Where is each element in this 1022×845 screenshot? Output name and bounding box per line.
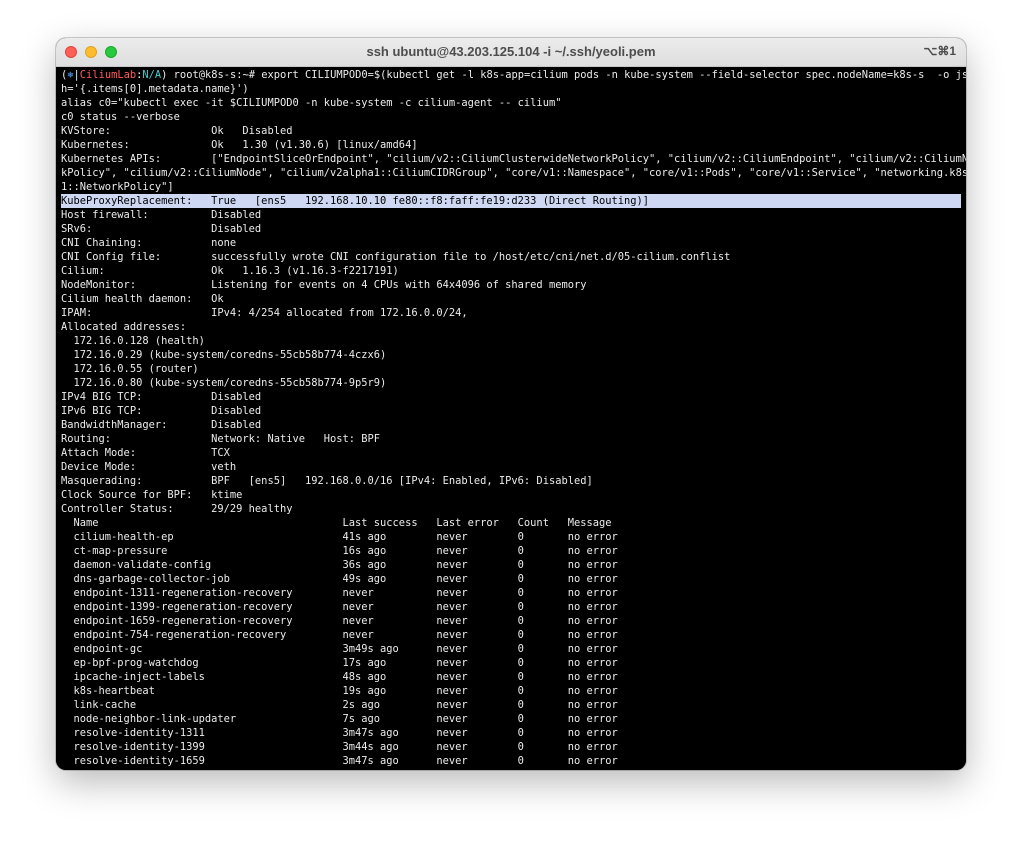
tab-shortcut: ⌥⌘1 (923, 44, 956, 58)
terminal-line: NodeMonitor: Listening for events on 4 C… (61, 279, 587, 291)
terminal-line: Cilium: Ok 1.16.3 (v1.16.3-f2217191) (61, 265, 399, 277)
terminal-line: Kubernetes: Ok 1.30 (v1.30.6) [linux/amd… (61, 139, 418, 151)
terminal-line: Allocated addresses: (61, 321, 187, 333)
terminal-window: ssh ubuntu@43.203.125.104 -i ~/.ssh/yeol… (56, 38, 966, 770)
terminal-line: resolve-identity-1311 3m47s ago never 0 … (61, 727, 618, 739)
terminal-line: resolve-identity-1399 3m44s ago never 0 … (61, 741, 618, 753)
terminal-line: Name Last success Last error Count Messa… (61, 517, 612, 529)
terminal-line: Masquerading: BPF [ens5] 192.168.0.0/16 … (61, 475, 593, 487)
terminal-line: CNI Config file: successfully wrote CNI … (61, 251, 731, 263)
terminal-line: IPAM: IPv4: 4/254 allocated from 172.16.… (61, 307, 468, 319)
terminal-line: Attach Mode: TCX (61, 447, 230, 459)
prompt-command: export CILIUMPOD0=$(kubectl get -l k8s-a… (261, 69, 966, 81)
terminal-line: IPv6 BIG TCP: Disabled (61, 405, 262, 417)
terminal-line: BandwidthManager: Disabled (61, 419, 262, 431)
terminal-line: cilium-health-ep 41s ago never 0 no erro… (61, 531, 618, 543)
terminal-line: 1::NetworkPolicy"] (61, 181, 174, 193)
window-title: ssh ubuntu@43.203.125.104 -i ~/.ssh/yeol… (366, 44, 656, 59)
terminal-line: Controller Status: 29/29 healthy (61, 503, 293, 515)
terminal-line: 172.16.0.29 (kube-system/coredns-55cb58b… (61, 349, 387, 361)
terminal-line: Host firewall: Disabled (61, 209, 262, 221)
terminal-line: ct-map-pressure 16s ago never 0 no error (61, 545, 618, 557)
terminal-output: (⎈|CiliumLab:N/A) root@k8s-s:~# export C… (61, 68, 966, 768)
terminal-line: h='{.items[0].metadata.name}') (61, 83, 249, 95)
terminal-line: ep-bpf-prog-watchdog 17s ago never 0 no … (61, 657, 618, 669)
terminal-line: endpoint-754-regeneration-recovery never… (61, 629, 618, 641)
terminal-content[interactable]: (⎈|CiliumLab:N/A) root@k8s-s:~# export C… (56, 67, 966, 770)
terminal-line: k8s-heartbeat 19s ago never 0 no error (61, 685, 618, 697)
terminal-line: IPv4 BIG TCP: Disabled (61, 391, 262, 403)
terminal-line: Cilium health daemon: Ok (61, 293, 224, 305)
terminal-line: 172.16.0.55 (router) (61, 363, 199, 375)
terminal-line: kPolicy", "cilium/v2::CiliumNode", "cili… (61, 167, 966, 179)
terminal-line: dns-garbage-collector-job 49s ago never … (61, 573, 618, 585)
terminal-line: 172.16.0.128 (health) (61, 335, 205, 347)
terminal-line: node-neighbor-link-updater 7s ago never … (61, 713, 618, 725)
prompt-namespace: N/A (142, 69, 162, 81)
terminal-line: ipcache-inject-labels 48s ago never 0 no… (61, 671, 618, 683)
terminal-line: Routing: Network: Native Host: BPF (61, 433, 381, 445)
terminal-line: daemon-validate-config 36s ago never 0 n… (61, 559, 618, 571)
terminal-line: Kubernetes APIs: ["EndpointSliceOrEndpoi… (61, 153, 966, 165)
prompt-user-host: root@k8s-s:~# (167, 69, 262, 81)
terminal-line: KVStore: Ok Disabled (61, 125, 293, 137)
terminal-line: endpoint-1659-regeneration-recovery neve… (61, 615, 618, 627)
title-bar: ssh ubuntu@43.203.125.104 -i ~/.ssh/yeol… (56, 38, 966, 67)
terminal-line: endpoint-gc 3m49s ago never 0 no error (61, 643, 618, 655)
terminal-line-highlighted: KubeProxyReplacement: True [ens5 192.168… (61, 194, 961, 208)
terminal-line: Clock Source for BPF: ktime (61, 489, 243, 501)
terminal-line: endpoint-1311-regeneration-recovery neve… (61, 587, 618, 599)
terminal-line: SRv6: Disabled (61, 223, 262, 235)
terminal-line: Device Mode: veth (61, 461, 237, 473)
terminal-line: c0 status --verbose (61, 111, 180, 123)
terminal-line: resolve-identity-1659 3m47s ago never 0 … (61, 755, 618, 767)
terminal-line: endpoint-1399-regeneration-recovery neve… (61, 601, 618, 613)
prompt-line: (⎈|CiliumLab:N/A) root@k8s-s:~# export C… (61, 68, 966, 82)
terminal-line: link-cache 2s ago never 0 no error (61, 699, 618, 711)
prompt-cluster-context: CiliumLab (79, 69, 137, 81)
terminal-line: 172.16.0.80 (kube-system/coredns-55cb58b… (61, 377, 387, 389)
terminal-line: alias c0="kubectl exec -it $CILIUMPOD0 -… (61, 97, 562, 109)
terminal-line: CNI Chaining: none (61, 237, 237, 249)
